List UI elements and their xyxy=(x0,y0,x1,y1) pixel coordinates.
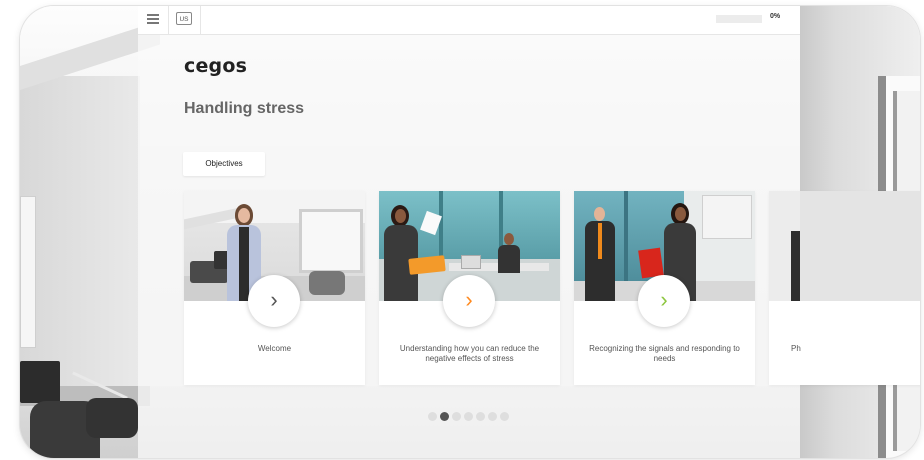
progress-label: 0% xyxy=(770,13,781,20)
man-head xyxy=(504,233,514,245)
pagination-dot[interactable] xyxy=(500,412,509,421)
chevron-right-icon: › xyxy=(270,287,278,312)
laptop xyxy=(461,255,481,269)
cegos-logo: cegos xyxy=(184,55,248,77)
pagination-dot-active[interactable] xyxy=(440,412,449,421)
pagination-dot[interactable] xyxy=(476,412,485,421)
toolbar-divider xyxy=(200,6,201,34)
woman-face xyxy=(395,209,406,223)
objectives-button[interactable]: Objectives xyxy=(183,152,265,176)
whiteboard xyxy=(702,195,752,239)
module-card-partial[interactable]: Ph xyxy=(769,191,920,385)
module-play-button[interactable]: › xyxy=(443,275,495,327)
pagination-dot[interactable] xyxy=(488,412,497,421)
chair xyxy=(309,271,345,295)
menu-button[interactable] xyxy=(147,14,159,24)
progress-bar xyxy=(716,15,762,23)
office-whiteboard xyxy=(20,196,36,348)
module-title: Welcome xyxy=(257,344,292,353)
course-panel: US 0% cegos Handling stress Objectives ›… xyxy=(138,6,920,458)
language-button[interactable]: US xyxy=(176,12,192,25)
pagination-dot[interactable] xyxy=(452,412,461,421)
screen-frame: US 0% cegos Handling stress Objectives ›… xyxy=(20,6,920,458)
module-play-button[interactable]: › xyxy=(638,275,690,327)
module-title: Understanding how you can reduce the neg… xyxy=(399,344,540,363)
pagination-dot[interactable] xyxy=(464,412,473,421)
man-head xyxy=(594,207,605,221)
pagination-dot[interactable] xyxy=(428,412,437,421)
module-thumbnail xyxy=(769,191,920,301)
orange-tie xyxy=(598,223,602,259)
man-body xyxy=(498,245,520,273)
red-folder xyxy=(638,247,664,279)
module-play-button[interactable]: › xyxy=(248,275,300,327)
person-silhouette xyxy=(791,231,800,301)
module-card-reduce-stress[interactable]: › Understanding how you can reduce the n… xyxy=(379,191,560,385)
hamburger-icon xyxy=(147,14,159,24)
module-title: Recognizing the signals and responding t… xyxy=(589,344,740,363)
presenter-top xyxy=(239,227,249,301)
module-card-recognizing-signals[interactable]: › Recognizing the signals and responding… xyxy=(574,191,755,385)
window xyxy=(299,209,363,273)
office-monitor xyxy=(20,361,60,403)
module-title: Ph xyxy=(791,344,801,353)
module-card-welcome[interactable]: › Welcome xyxy=(184,191,365,385)
office-chair xyxy=(86,398,138,438)
woman-face xyxy=(675,207,686,221)
window-mullion xyxy=(624,191,628,281)
top-toolbar: US 0% xyxy=(138,6,800,35)
toolbar-divider xyxy=(168,6,169,34)
chevron-right-icon: › xyxy=(465,287,473,312)
chevron-right-icon: › xyxy=(660,287,668,312)
page-title: Handling stress xyxy=(184,100,305,117)
presenter-face xyxy=(238,208,250,223)
